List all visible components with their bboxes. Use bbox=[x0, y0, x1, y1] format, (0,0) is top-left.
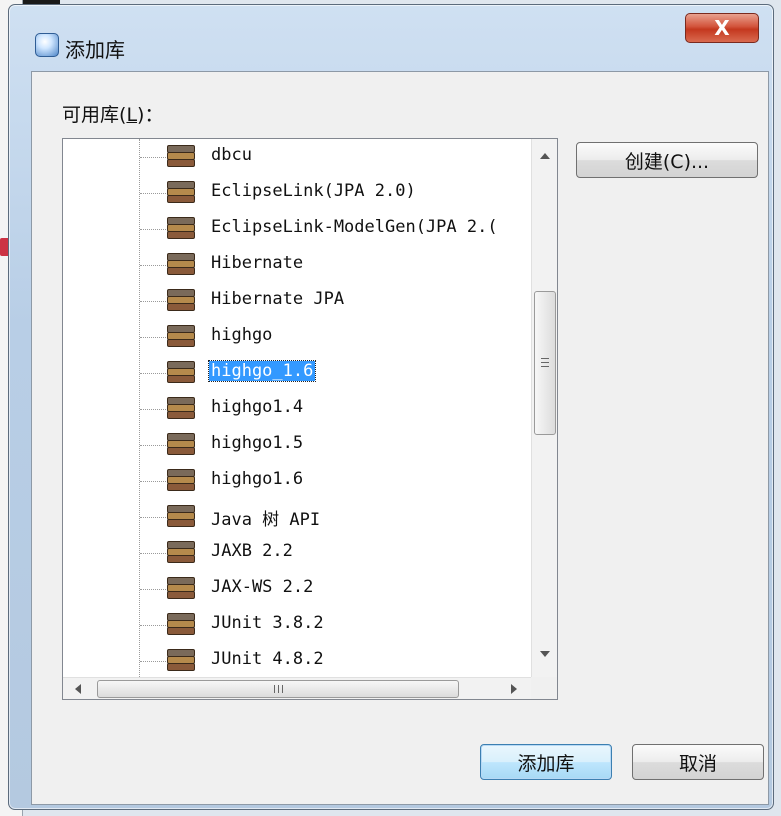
library-name: Hibernate JPA bbox=[211, 289, 345, 309]
library-books-icon bbox=[165, 397, 195, 419]
library-list-item[interactable]: Hibernate bbox=[63, 247, 529, 283]
library-name: highgo bbox=[211, 325, 273, 345]
library-books-icon bbox=[165, 217, 195, 239]
library-name: JAXB 2.2 bbox=[211, 541, 293, 561]
library-name: JUnit 3.8.2 bbox=[211, 613, 324, 633]
library-list-item[interactable]: Java 树 API bbox=[63, 499, 529, 535]
tree-branch-line bbox=[140, 517, 168, 518]
library-books-icon bbox=[165, 253, 195, 275]
library-name: dbcu bbox=[211, 145, 252, 165]
library-list-item[interactable]: dbcu bbox=[63, 139, 529, 175]
tree-branch-line bbox=[140, 661, 168, 662]
library-name: highgo_1.6 bbox=[207, 360, 317, 382]
library-list-item[interactable]: EclipseLink(JPA 2.0) bbox=[63, 175, 529, 211]
library-books-icon bbox=[165, 505, 195, 527]
tree-branch-line bbox=[140, 445, 168, 446]
tree-branch-line bbox=[140, 229, 168, 230]
tree-branch-line bbox=[140, 589, 168, 590]
library-name: EclipseLink(JPA 2.0) bbox=[211, 181, 416, 201]
tree-branch-line bbox=[140, 193, 168, 194]
library-books-icon bbox=[165, 289, 195, 311]
library-books-icon bbox=[165, 325, 195, 347]
close-button[interactable]: X bbox=[685, 13, 759, 43]
scroll-left-arrow-icon[interactable] bbox=[75, 684, 81, 694]
dialog-body: 可用库(L)： dbcu EclipseLink(JPA 2.0) EclipseL… bbox=[31, 71, 769, 805]
library-name: JAX-WS 2.2 bbox=[211, 577, 314, 597]
scroll-right-arrow-icon[interactable] bbox=[511, 684, 517, 694]
netbeans-cube-icon bbox=[35, 33, 59, 57]
library-name: highgo1.6 bbox=[211, 469, 304, 489]
grip-line bbox=[541, 362, 549, 363]
tree-branch-line bbox=[140, 301, 168, 302]
library-list-item[interactable]: highgo1.5 bbox=[63, 427, 529, 463]
tree-branch-line bbox=[140, 265, 168, 266]
tree-branch-line bbox=[140, 625, 168, 626]
library-books-icon bbox=[165, 577, 195, 599]
library-books-icon bbox=[165, 541, 195, 563]
library-books-icon bbox=[165, 433, 195, 455]
grip-line bbox=[274, 685, 275, 693]
library-list-item[interactable]: Hibernate JPA bbox=[63, 283, 529, 319]
scroll-down-arrow-icon[interactable] bbox=[540, 651, 550, 657]
library-list-item[interactable]: highgo_1.6 bbox=[63, 355, 529, 391]
library-books-icon bbox=[165, 361, 195, 383]
library-list-item[interactable]: EclipseLink-ModelGen(JPA 2.( bbox=[63, 211, 529, 247]
add-library-button[interactable]: 添加库 bbox=[480, 744, 612, 780]
cancel-button[interactable]: 取消 bbox=[632, 744, 764, 780]
library-name: Java 树 API bbox=[211, 510, 321, 530]
library-list-item[interactable]: highgo1.6 bbox=[63, 463, 529, 499]
library-list-item[interactable]: highgo1.4 bbox=[63, 391, 529, 427]
library-books-icon bbox=[165, 469, 195, 491]
scrollbar-corner bbox=[531, 677, 557, 699]
dialog-title: 添加库 bbox=[65, 38, 125, 62]
vertical-scroll-thumb[interactable] bbox=[534, 291, 556, 435]
library-list[interactable]: dbcu EclipseLink(JPA 2.0) EclipseLink-Mode… bbox=[62, 138, 558, 700]
library-books-icon bbox=[165, 613, 195, 635]
tree-branch-line bbox=[140, 553, 168, 554]
library-list-item[interactable]: highgo bbox=[63, 319, 529, 355]
tree-branch-line bbox=[140, 409, 168, 410]
library-name: highgo1.5 bbox=[211, 433, 304, 453]
library-name: highgo1.4 bbox=[211, 397, 304, 417]
grip-line bbox=[278, 685, 279, 693]
grip-line bbox=[541, 366, 549, 367]
add-library-dialog: 添加库 X 可用库(L)： dbcu EclipseLink(JPA 2.0) Ec… bbox=[8, 4, 774, 810]
library-list-item[interactable]: JUnit 3.8.2 bbox=[63, 607, 529, 643]
tree-branch-line bbox=[140, 157, 168, 158]
library-name: EclipseLink-ModelGen(JPA 2.( bbox=[211, 217, 498, 237]
tree-branch-line bbox=[140, 337, 168, 338]
library-list-item[interactable]: JAXB 2.2 bbox=[63, 535, 529, 571]
available-libraries-label: 可用库(L)： bbox=[62, 104, 164, 126]
vertical-scrollbar[interactable] bbox=[531, 139, 557, 677]
tree-branch-line bbox=[140, 481, 168, 482]
library-books-icon bbox=[165, 181, 195, 203]
horizontal-scrollbar[interactable] bbox=[63, 677, 531, 699]
library-list-item[interactable]: JUnit 4.8.2 bbox=[63, 643, 529, 679]
library-books-icon bbox=[165, 145, 195, 167]
library-name: JUnit 4.8.2 bbox=[211, 649, 324, 669]
library-name: Hibernate bbox=[211, 253, 304, 273]
horizontal-scroll-thumb[interactable] bbox=[97, 680, 459, 698]
library-books-icon bbox=[165, 649, 195, 671]
grip-line bbox=[541, 358, 549, 359]
tree-branch-line bbox=[140, 373, 168, 374]
scroll-up-arrow-icon[interactable] bbox=[540, 153, 550, 159]
library-list-item[interactable]: JAX-WS 2.2 bbox=[63, 571, 529, 607]
grip-line bbox=[282, 685, 283, 693]
create-button[interactable]: 创建(C)... bbox=[576, 142, 758, 178]
